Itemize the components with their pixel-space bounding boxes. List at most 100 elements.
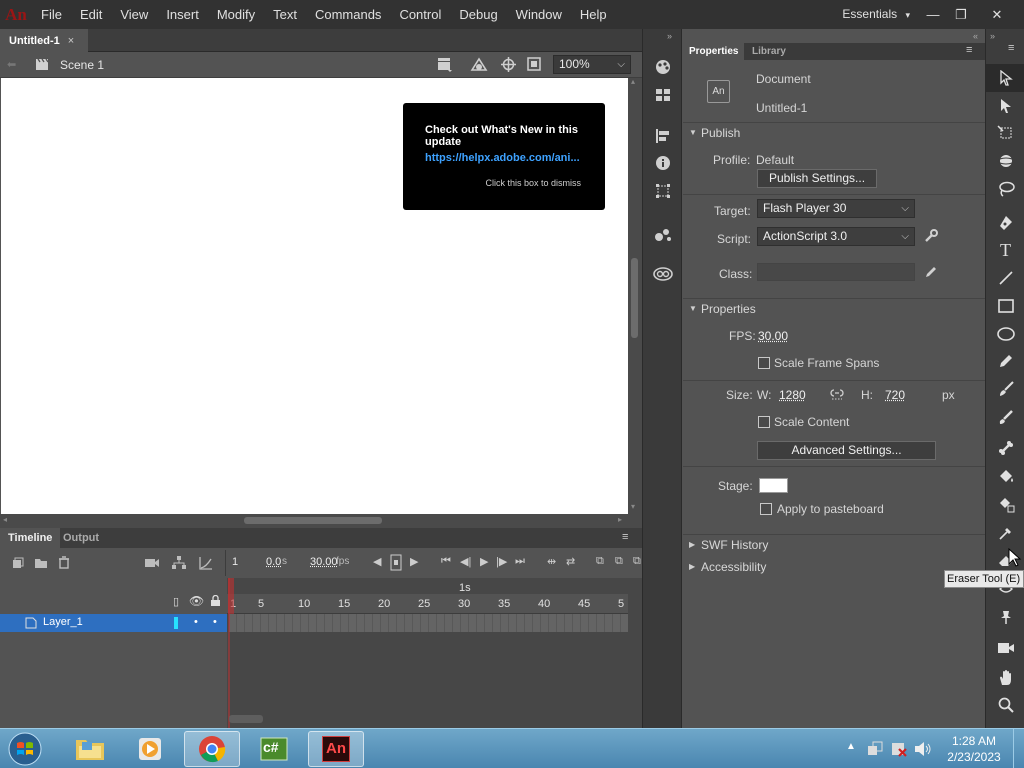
insert-keyframe-icon[interactable] (390, 554, 402, 571)
volume-icon[interactable] (914, 741, 932, 757)
menu-text[interactable]: Text (264, 0, 306, 29)
trash-icon[interactable] (58, 556, 70, 569)
layer-parenting-icon[interactable] (171, 555, 187, 570)
layer-row[interactable]: Layer_1 • • (0, 614, 227, 632)
swatches-icon[interactable] (643, 81, 683, 109)
link-proportions-icon[interactable] (830, 389, 844, 401)
wrench-icon[interactable] (924, 229, 938, 243)
outline-column-icon[interactable]: ▯ (173, 595, 179, 608)
fps-value[interactable]: 30.00 (310, 556, 338, 568)
prev-keyframe-icon[interactable]: ◀ (373, 555, 381, 568)
onion-skin-icon[interactable]: ⧉ (596, 555, 604, 568)
scroll-up-icon[interactable]: ▴ (631, 77, 635, 86)
playhead[interactable] (228, 578, 234, 728)
menu-help[interactable]: Help (571, 0, 616, 29)
bone-tool[interactable] (986, 434, 1024, 462)
stage-color-swatch[interactable] (759, 478, 788, 493)
scroll-right-icon[interactable]: ▸ (618, 515, 622, 524)
taskbar-media-player[interactable] (122, 731, 178, 767)
height-field[interactable]: 720 (885, 388, 905, 402)
panel-menu-icon[interactable]: ≡ (622, 531, 628, 543)
menu-control[interactable]: Control (390, 0, 450, 29)
action-center-icon[interactable] (891, 741, 907, 757)
free-transform-tool[interactable] (986, 119, 1024, 147)
menu-view[interactable]: View (111, 0, 157, 29)
lasso-tool[interactable] (986, 175, 1024, 203)
width-field[interactable]: 1280 (779, 388, 806, 402)
close-tab-icon[interactable]: × (68, 35, 74, 47)
back-arrow-icon[interactable]: ⬅ (7, 58, 16, 71)
target-select[interactable]: Flash Player 30 ⌵ (757, 199, 915, 218)
properties-section-header[interactable]: ▼ Properties (683, 298, 985, 320)
step-forward-icon[interactable]: |▶ (496, 555, 507, 568)
start-button[interactable] (5, 730, 45, 768)
zoom-tool[interactable] (986, 691, 1024, 719)
go-to-last-icon[interactable]: ⏭ (515, 555, 525, 568)
cc-libraries-icon[interactable] (643, 260, 683, 288)
collapse-icon[interactable]: » (667, 31, 672, 41)
edit-multiple-frames-icon[interactable]: ⧉ (633, 555, 641, 568)
accessibility-section-header[interactable]: ▶ Accessibility (683, 556, 985, 578)
center-frame-icon[interactable]: ⇹ (547, 555, 556, 568)
show-desktop-button[interactable] (1013, 729, 1024, 768)
close-window-button[interactable]: ✕ (982, 0, 1012, 29)
next-keyframe-icon[interactable]: ▶ (410, 555, 418, 568)
menu-modify[interactable]: Modify (208, 0, 264, 29)
onion-skin-outlines-icon[interactable]: ⧉ (615, 555, 623, 568)
publish-section-header[interactable]: ▼ Publish (683, 122, 985, 144)
scale-content-checkbox[interactable] (758, 416, 770, 428)
easing-graph-icon[interactable] (199, 556, 213, 570)
menu-insert[interactable]: Insert (157, 0, 208, 29)
document-tab[interactable]: Untitled-1 × (0, 29, 88, 52)
elapsed-time[interactable]: 0.0 (266, 556, 281, 568)
minimize-button[interactable]: — (918, 0, 948, 29)
components-icon[interactable] (643, 220, 683, 248)
tab-output[interactable]: Output (55, 528, 107, 548)
taskbar-chrome[interactable] (184, 731, 240, 767)
menu-commands[interactable]: Commands (306, 0, 390, 29)
workspace-switcher[interactable]: Essentials ▾ (842, 0, 910, 30)
tray-expand-icon[interactable]: ▲ (846, 741, 856, 752)
pencil-icon[interactable] (924, 265, 938, 279)
scroll-left-icon[interactable]: ◂ (3, 515, 7, 524)
visibility-dot[interactable]: • (194, 616, 198, 628)
taskbar-animate[interactable]: An (308, 731, 364, 767)
panel-menu-icon[interactable]: ≡ (966, 44, 972, 56)
pen-tool[interactable] (986, 209, 1024, 237)
center-stage-icon[interactable] (501, 57, 516, 72)
scroll-down-icon[interactable]: ▾ (631, 502, 635, 511)
whats-new-popup[interactable]: Check out What's New in this update http… (403, 103, 605, 210)
tab-properties[interactable]: Properties (683, 43, 744, 60)
taskbar-csharp[interactable]: c# (246, 731, 302, 767)
swf-history-section-header[interactable]: ▶ SWF History (683, 534, 985, 556)
menu-file[interactable]: File (32, 0, 71, 29)
layer-color-swatch[interactable] (174, 617, 178, 629)
restore-button[interactable]: ❐ (946, 0, 976, 29)
collapse-tools-icon[interactable]: » (990, 31, 995, 41)
fps-field[interactable]: 30.00 (758, 329, 788, 343)
horizontal-scroll-thumb[interactable] (244, 517, 382, 524)
lock-dot[interactable]: • (213, 616, 217, 628)
popup-link[interactable]: https://helpx.adobe.com/ani... (425, 152, 583, 164)
hand-tool[interactable] (986, 663, 1024, 691)
play-icon[interactable]: ▶ (480, 555, 488, 568)
timeline-scroll-thumb[interactable] (229, 715, 263, 723)
selection-tool[interactable] (986, 64, 1024, 92)
scale-frame-spans-checkbox[interactable] (758, 357, 770, 369)
step-back-icon[interactable]: ◀| (460, 555, 471, 568)
rectangle-tool[interactable] (986, 292, 1024, 320)
text-tool[interactable]: T (986, 236, 1024, 264)
info-icon[interactable] (643, 149, 683, 177)
publish-settings-button[interactable]: Publish Settings... (757, 169, 877, 188)
transform-icon[interactable] (643, 177, 683, 205)
class-input[interactable] (757, 263, 915, 281)
oval-tool[interactable] (986, 320, 1024, 348)
paint-brush-tool[interactable] (986, 375, 1024, 403)
align-icon[interactable] (643, 122, 683, 150)
advanced-settings-button[interactable]: Advanced Settings... (757, 441, 936, 460)
eye-icon[interactable]: 👁 (189, 594, 204, 608)
tab-timeline[interactable]: Timeline (0, 528, 60, 548)
ink-bottle-tool[interactable] (986, 491, 1024, 519)
network-icon[interactable] (867, 741, 883, 757)
layer-name[interactable]: Layer_1 (43, 616, 83, 628)
